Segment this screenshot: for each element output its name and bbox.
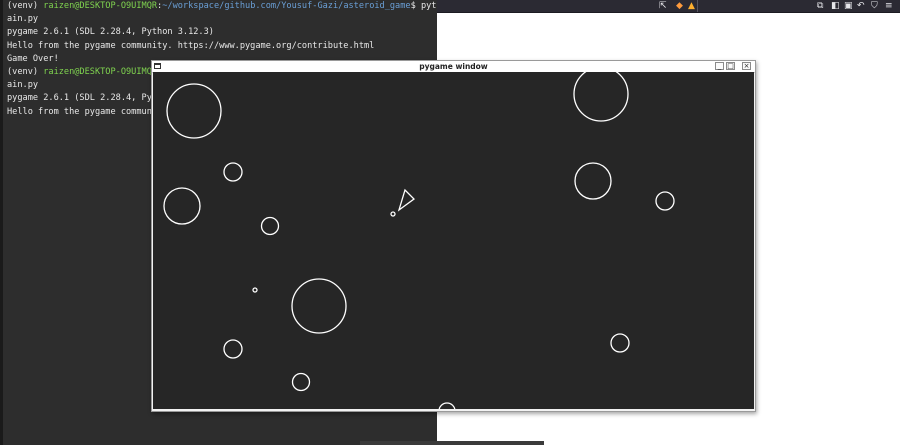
asteroid: [260, 216, 280, 236]
asteroid: [610, 333, 630, 353]
asteroid: [574, 162, 612, 200]
browser-toolbar-strip: ⇱ ◆ ▲ ⧉ ◧ ▣ ↶ ⛉ ≡: [437, 0, 900, 13]
terminal-line: Hello from the pygame community. https:/…: [7, 40, 437, 53]
bullet: [252, 287, 258, 293]
tab-icon[interactable]: ▣: [844, 1, 853, 11]
terminal-output-text: Hello from the pygame community. https:/…: [7, 40, 375, 51]
minimize-button[interactable]: _: [715, 62, 724, 70]
asteroid: [163, 187, 201, 225]
game-scene: [163, 72, 675, 409]
asteroid: [655, 191, 675, 211]
warning-icon[interactable]: ▲: [688, 1, 695, 11]
asteroid: [223, 162, 243, 182]
player-ship: [397, 188, 415, 212]
toolbar-separator: [697, 0, 698, 12]
bullet: [390, 211, 396, 217]
asteroid: [438, 402, 456, 409]
window-title: pygame window: [419, 62, 488, 71]
close-button[interactable]: ×: [742, 62, 751, 70]
asteroid: [223, 339, 243, 359]
prompt-path: ~/workspace/github.com/Yousuf-Gazi/aster…: [162, 1, 411, 11]
terminal-line: ain.py: [7, 13, 437, 26]
maximize-button[interactable]: □: [726, 62, 735, 70]
terminal-output-text: ain.py: [7, 80, 39, 91]
prompt-user-host: raizen@DESKTOP-O9UIMQR: [43, 1, 158, 11]
terminal-output-text: pygame 2.6.1 (SDL 2.28.4, Python 3.12.3): [7, 27, 214, 38]
terminal-line: (venv) raizen@DESKTOP-O9UIMQR:~/workspac…: [7, 0, 437, 13]
pygame-window[interactable]: pygame window _ □ ×: [151, 60, 756, 412]
shield-icon[interactable]: ⛉: [871, 1, 878, 11]
terminal-line: pygame 2.6.1 (SDL 2.28.4, Python 3.12.3): [7, 26, 437, 39]
terminal-output-text: ain.py: [7, 14, 39, 25]
prompt-user-host: raizen@DESKTOP-O9UIMQR: [43, 66, 158, 77]
asteroid: [291, 372, 311, 392]
venv-prefix: (venv): [7, 66, 44, 77]
prompt-command: $ python3 m: [410, 1, 437, 11]
sidebar-icon[interactable]: ◧: [831, 1, 840, 11]
asteroid: [573, 72, 629, 122]
share-icon[interactable]: ⇱: [659, 1, 667, 11]
asteroid: [291, 278, 347, 334]
menu-icon[interactable]: ≡: [885, 1, 893, 11]
asteroid: [166, 83, 222, 139]
extension-shield-icon[interactable]: ◆: [676, 1, 683, 11]
terminal-output-text: Game Over!: [7, 53, 59, 64]
taskbar-fragment: [360, 441, 544, 445]
extensions-icon[interactable]: ⧉: [817, 1, 823, 11]
venv-prefix: (venv): [7, 1, 44, 11]
game-canvas[interactable]: [153, 72, 754, 409]
back-icon[interactable]: ↶: [857, 1, 865, 11]
